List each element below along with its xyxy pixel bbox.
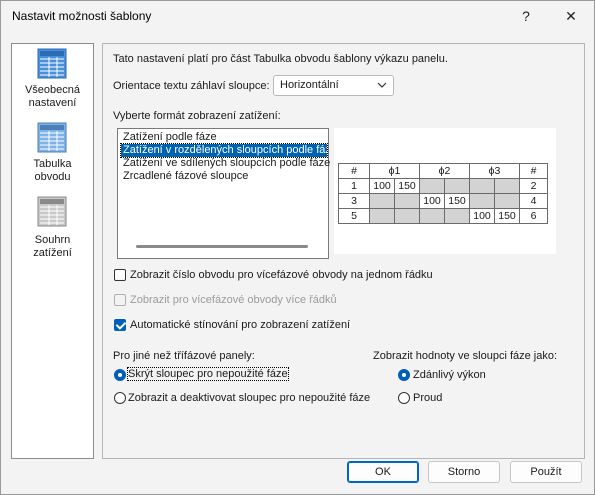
preview-cell: 2 [519, 178, 548, 194]
current-radio[interactable] [398, 392, 410, 404]
orientation-select-value: Horizontální [280, 79, 339, 91]
nav-label-general-1: Všeobecná [24, 84, 81, 96]
panel-intro-text: Tato nastavení platí pro část Tabulka ob… [113, 53, 448, 65]
nav-label-load-summary-1: Souhrn [34, 234, 71, 246]
hide-unused-phase-radio[interactable] [114, 369, 126, 381]
nav-label-general-2: nastavení [28, 97, 77, 109]
preview-header-cell: # [519, 163, 548, 179]
load-summary-icon [37, 196, 67, 227]
preview-cell: 100 [369, 178, 395, 194]
preview-cell [394, 208, 420, 224]
show-disable-unused-phase-radio[interactable] [114, 392, 126, 404]
single-row-circuit-number-checkbox[interactable] [114, 269, 126, 281]
format-label: Vyberte formát zobrazení zatížení: [113, 110, 281, 122]
preview-row: 5 100 150 6 [338, 208, 548, 224]
template-options-dialog: Nastavit možnosti šablony ? ✕ Všeobecná … [0, 0, 595, 495]
nav-item-circuit-table[interactable]: Tabulka obvodu [12, 122, 93, 184]
format-option-shared-columns[interactable]: Zatížení ve sdílených sloupcích podle fá… [121, 157, 332, 170]
format-option-by-phase[interactable]: Zatížení podle fáze [121, 131, 219, 144]
preview-cell: 100 [419, 193, 445, 209]
single-row-circuit-number-label[interactable]: Zobrazit číslo obvodu pro vícefázové obv… [130, 269, 433, 281]
hide-unused-phase-label[interactable]: Skrýt sloupec pro nepoužité fáze [127, 367, 289, 381]
preview-cell: 150 [394, 178, 420, 194]
nav-label-circuit-table-1: Tabulka [33, 158, 72, 170]
preview-cell: 150 [444, 193, 470, 209]
preview-cell [419, 178, 445, 194]
orientation-select[interactable]: Horizontální [273, 75, 394, 96]
preview-cell [394, 193, 420, 209]
preview-cell [469, 193, 495, 209]
apparent-power-radio[interactable] [398, 369, 410, 381]
nav-label-circuit-table-2: obvodu [34, 171, 71, 183]
preview-cell [444, 178, 470, 194]
non-three-phase-label: Pro jiné než třífázové panely: [113, 350, 255, 362]
preview-table: # ϕ1 ϕ2 ϕ3 # 1 100 150 2 3 100 150 4 5 1… [338, 163, 548, 224]
preview-cell: 1 [338, 178, 370, 194]
format-listbox[interactable]: Zatížení podle fáze Zatížení v rozdělený… [117, 128, 332, 259]
format-option-split-columns[interactable]: Zatížení v rozdělených sloupcích podle f… [120, 143, 328, 158]
ok-button[interactable]: OK [347, 461, 419, 483]
nav-item-general[interactable]: Všeobecná nastavení [12, 48, 93, 118]
preview-cell [369, 208, 395, 224]
phase-values-label: Zobrazit hodnoty ve sloupci fáze jako: [373, 350, 558, 362]
show-disable-unused-phase-label[interactable]: Zobrazit a deaktivovat sloupec pro nepou… [128, 392, 370, 404]
cancel-button[interactable]: Storno [428, 461, 500, 483]
nav-label-load-summary-2: zatížení [33, 247, 72, 259]
nav-item-load-summary[interactable]: Souhrn zatížení [12, 196, 93, 260]
preview-cell [494, 193, 520, 209]
format-option-mirrored-columns[interactable]: Zrcadlené fázové sloupce [121, 170, 250, 183]
category-nav: Všeobecná nastavení Tabulka obvodu Souhr… [11, 43, 94, 459]
current-label[interactable]: Proud [413, 392, 442, 404]
multi-row-checkbox [114, 294, 126, 306]
auto-shading-label[interactable]: Automatické stínování pro zobrazení zatí… [130, 319, 350, 331]
preview-cell [369, 193, 395, 209]
preview-cell [444, 208, 470, 224]
preview-header-cell: ϕ2 [419, 163, 470, 179]
preview-header-cell: ϕ3 [469, 163, 520, 179]
preview-cell: 150 [494, 208, 520, 224]
preview-cell: 5 [338, 208, 370, 224]
chevron-down-icon [377, 82, 387, 88]
window-title: Nastavit možnosti šablony [12, 9, 152, 23]
preview-header-row: # ϕ1 ϕ2 ϕ3 # [338, 163, 548, 179]
apparent-power-label[interactable]: Zdánlivý výkon [413, 369, 486, 381]
preview-cell: 3 [338, 193, 370, 209]
close-button[interactable]: ✕ [549, 1, 593, 31]
format-preview: # ϕ1 ϕ2 ϕ3 # 1 100 150 2 3 100 150 4 5 1… [334, 128, 556, 254]
preview-cell [494, 178, 520, 194]
orientation-label: Orientace textu záhlaví sloupce: [113, 80, 270, 92]
help-button[interactable]: ? [504, 1, 548, 31]
apply-button[interactable]: Použít [510, 461, 582, 483]
preview-cell: 4 [519, 193, 548, 209]
preview-row: 1 100 150 2 [338, 178, 548, 194]
auto-shading-checkbox[interactable] [114, 319, 126, 331]
preview-header-cell: ϕ1 [369, 163, 420, 179]
preview-cell: 6 [519, 208, 548, 224]
preview-cell: 100 [469, 208, 495, 224]
preview-header-cell: # [338, 163, 370, 179]
preview-cell [469, 178, 495, 194]
general-settings-icon [37, 48, 67, 79]
title-bar: Nastavit možnosti šablony ? ✕ [1, 1, 594, 33]
preview-cell [419, 208, 445, 224]
preview-row: 3 100 150 4 [338, 193, 548, 209]
multi-row-label: Zobrazit pro vícefázové obvody více řádk… [130, 294, 337, 306]
circuit-table-icon [37, 122, 67, 153]
listbox-horizontal-scrollbar[interactable] [136, 245, 308, 248]
